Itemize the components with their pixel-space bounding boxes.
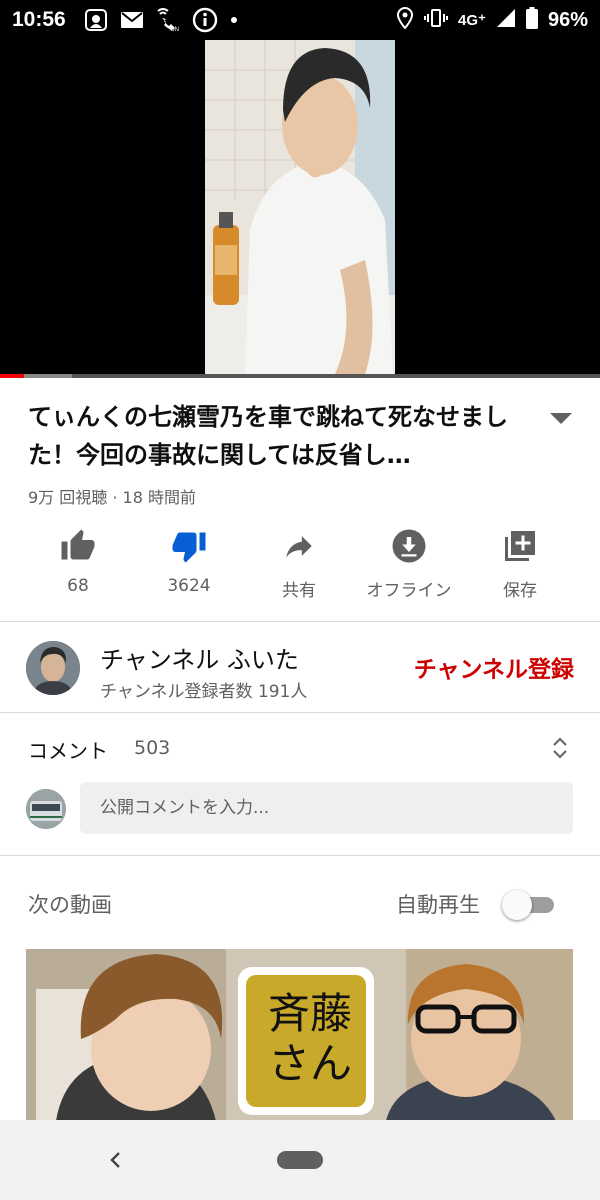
dislike-count: 3624 — [167, 576, 211, 596]
unfold-icon — [553, 737, 567, 759]
channel-avatar[interactable] — [26, 641, 80, 695]
save-playlist-icon — [505, 531, 535, 561]
divider — [0, 712, 600, 713]
video-title[interactable]: てぃんくの七瀬雪乃を車で跳ねて死なせました！今回の事故に関しては反省し… — [28, 398, 538, 474]
channel-subscriber-count: チャンネル登録者数 191人 — [100, 682, 308, 702]
autoplay-toggle[interactable] — [502, 889, 554, 920]
status-bar: 10:56 ON 4G⁺ 96% — [0, 0, 600, 40]
offline-label: オフライン — [366, 581, 452, 601]
dislike-button[interactable]: 3624 — [134, 520, 244, 596]
progress-played — [0, 374, 24, 378]
caret-down-icon — [550, 413, 572, 424]
video-frame — [205, 40, 395, 374]
video-meta: 9万 回視聴 · 18 時間前 — [28, 488, 196, 507]
comments-count: 503 — [134, 737, 171, 759]
info-icon — [192, 7, 218, 33]
save-button[interactable]: 保存 — [465, 520, 575, 601]
divider — [0, 621, 600, 622]
up-next-title: 次の動画 — [28, 893, 112, 917]
home-button[interactable] — [277, 1151, 323, 1169]
share-label: 共有 — [282, 581, 316, 601]
like-count: 68 — [67, 576, 89, 596]
comments-expand-button[interactable] — [548, 734, 572, 762]
download-icon — [392, 529, 426, 563]
wifi-calling-icon: ON — [156, 8, 180, 32]
status-time: 10:56 — [12, 8, 66, 31]
expand-description-button[interactable] — [546, 408, 576, 428]
battery-percent: 96% — [547, 8, 588, 31]
divider — [0, 855, 600, 856]
back-button[interactable] — [104, 1148, 128, 1172]
comment-input[interactable]: 公開コメントを入力... — [80, 782, 573, 834]
offline-button[interactable]: オフライン — [354, 520, 464, 601]
network-type: 4G⁺ — [458, 12, 486, 29]
share-button[interactable]: 共有 — [244, 520, 354, 601]
up-next-thumbnail[interactable]: 斉藤 さん — [26, 949, 573, 1121]
location-icon — [396, 6, 414, 33]
battery-icon — [525, 7, 538, 33]
mail-icon — [120, 10, 144, 30]
video-progress-bar[interactable] — [0, 374, 600, 378]
thumbnail-caption: 斉藤 さん — [252, 989, 368, 1089]
progress-buffered — [24, 374, 72, 378]
svg-text:ON: ON — [170, 27, 179, 32]
thumbnail-caption-line: 斉藤 — [267, 989, 352, 1038]
save-label: 保存 — [503, 581, 537, 601]
toggle-knob — [502, 890, 532, 920]
share-icon — [286, 536, 312, 558]
subscribe-button[interactable]: チャンネル登録 — [414, 650, 574, 684]
thumbs-down-icon — [172, 532, 206, 563]
autoplay-label: 自動再生 — [396, 893, 480, 917]
back-icon — [110, 1152, 120, 1168]
thumbnail-caption-line: さん — [267, 1039, 352, 1088]
system-nav-bar — [0, 1120, 600, 1200]
thumbs-up-icon — [61, 529, 95, 560]
channel-name[interactable]: チャンネル ふいた — [100, 640, 299, 675]
user-avatar — [26, 789, 66, 829]
video-player[interactable] — [0, 40, 600, 374]
dot-icon — [230, 16, 238, 24]
vibrate-icon — [424, 8, 449, 32]
app-notification-icon — [84, 8, 108, 32]
signal-icon — [496, 8, 516, 32]
comments-title[interactable]: コメント — [28, 735, 108, 764]
action-bar: 68 3624 共有 オフライン 保存 — [0, 520, 600, 610]
like-button[interactable]: 68 — [23, 520, 133, 596]
